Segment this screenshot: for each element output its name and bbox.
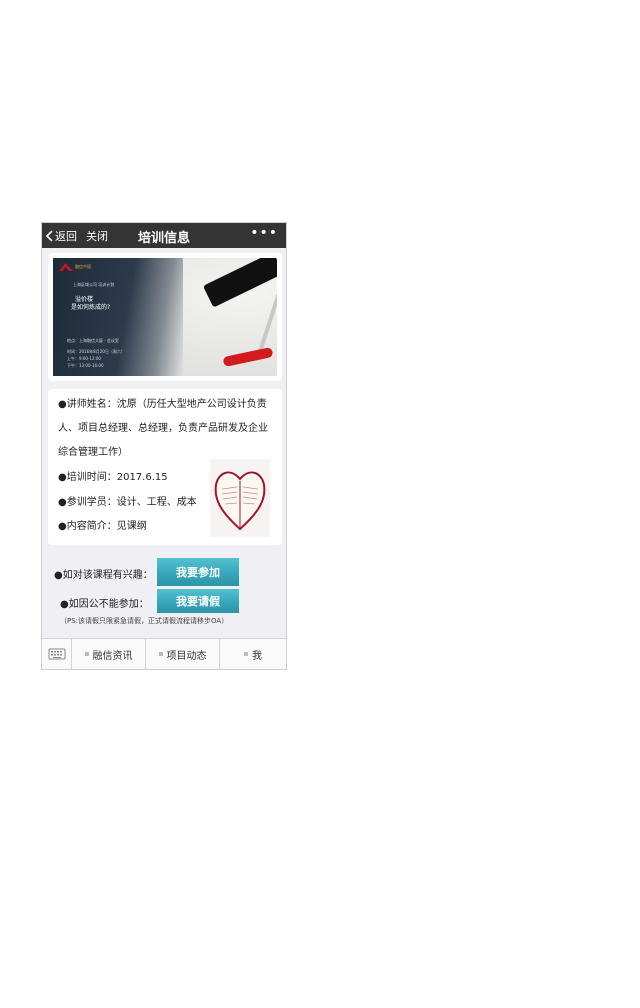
heart-book-image xyxy=(210,459,270,537)
tab-menu-icon xyxy=(158,652,163,656)
lecturer-line-3: 综合管理工作） xyxy=(58,447,128,458)
heart-icon xyxy=(214,471,266,531)
course-banner-image: 融信中国 上海区域公司 培训计划 溢价楼 是如何炼成的? 地点：上海融信大厦 ·… xyxy=(53,258,277,376)
paint-roller-icon xyxy=(203,258,277,308)
phone-screen: 返回 关闭 培训信息 ••• 融信中国 上海区域公司 培训计划 溢价楼 是如何炼… xyxy=(41,222,287,670)
banner-card: 融信中国 上海区域公司 培训计划 溢价楼 是如何炼成的? 地点：上海融信大厦 ·… xyxy=(48,253,282,381)
banner-headline-2: 是如何炼成的? xyxy=(71,304,111,311)
roller-frame xyxy=(257,294,277,354)
bottom-tab-bar: 融信资讯 项目动态 我 xyxy=(42,638,286,669)
course-info-card: ●讲师姓名：沈原（历任大型地产公司设计负责 人、项目总经理、总经理，负责产品研发… xyxy=(48,389,282,545)
tab-me-label: 我 xyxy=(252,650,262,662)
tab-news[interactable]: 融信资讯 xyxy=(72,639,146,669)
title-bar: 返回 关闭 培训信息 ••• xyxy=(42,223,286,248)
banner-afternoon: 下午：13:00-16:00 xyxy=(67,363,104,368)
join-button[interactable]: 我要参加 xyxy=(157,558,239,586)
brand-logo: 融信中国 xyxy=(59,263,91,271)
tab-me[interactable]: 我 xyxy=(220,639,286,669)
banner-date: 时间：2016年8月20日（周六） xyxy=(67,349,125,354)
banner-morning: 上午：9:00-12:00 xyxy=(67,356,101,361)
more-menu-button[interactable]: ••• xyxy=(250,225,278,241)
tab-projects[interactable]: 项目动态 xyxy=(146,639,220,669)
leave-prompt: ●如因公不能参加： xyxy=(60,599,149,610)
tab-news-label: 融信资讯 xyxy=(92,650,133,662)
logo-text: 融信中国 xyxy=(75,264,91,269)
tab-projects-label: 项目动态 xyxy=(166,650,207,662)
leave-button[interactable]: 我要请假 xyxy=(157,589,239,613)
keyboard-toggle-button[interactable] xyxy=(42,639,72,669)
leave-row: ●如因公不能参加： 我要请假 xyxy=(42,587,286,617)
banner-location: 地点：上海融信大厦 · 会议室 xyxy=(67,338,119,343)
banner-subtitle: 上海区域公司 培训计划 xyxy=(73,282,115,287)
tab-menu-icon xyxy=(244,652,248,656)
join-row: ●如对该课程有兴趣： 我要参加 xyxy=(42,557,286,587)
lecturer-line-2: 人、项目总经理、总经理，负责产品研发及企业 xyxy=(58,423,268,434)
keyboard-icon xyxy=(48,648,66,660)
join-prompt: ●如对该课程有兴趣： xyxy=(54,570,153,581)
roller-handle xyxy=(222,346,274,368)
leave-note: （PS:该请假只限紧急请假，正式请假流程请移步OA） xyxy=(60,617,229,625)
lecturer-line-1: ●讲师姓名：沈原（历任大型地产公司设计负责 xyxy=(58,399,267,410)
logo-icon xyxy=(59,263,73,271)
tab-menu-icon xyxy=(84,652,89,656)
